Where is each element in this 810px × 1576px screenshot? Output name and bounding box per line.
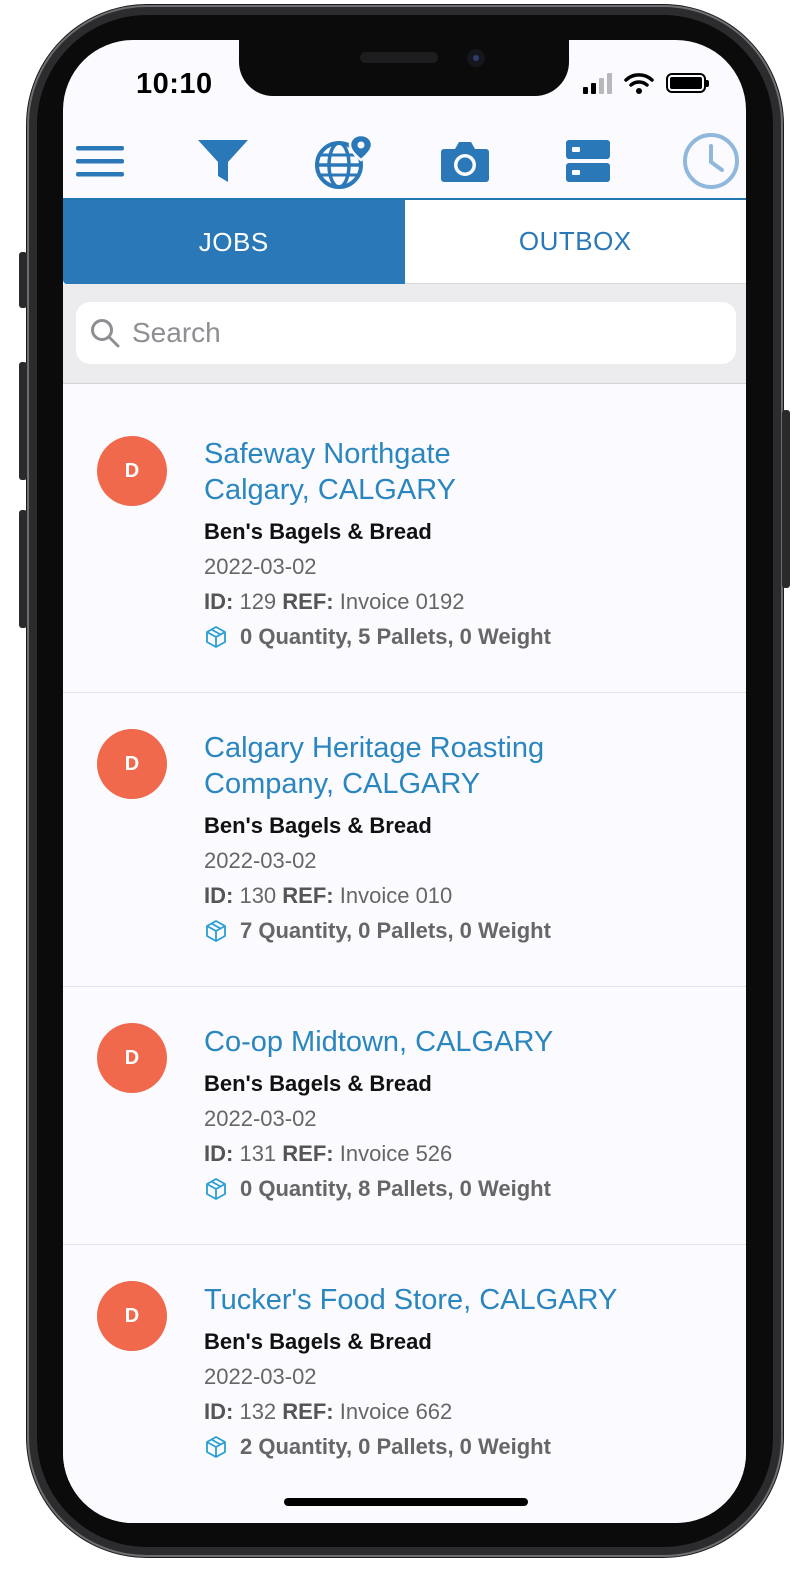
battery-icon	[666, 73, 709, 93]
job-list: D Safeway Northgate Calgary, CALGARY Ben…	[63, 384, 746, 1523]
job-quantities: 0 Quantity, 8 Pallets, 0 Weight	[204, 1171, 726, 1206]
package-icon	[206, 1177, 226, 1200]
avatar: D	[97, 436, 167, 506]
job-ids: ID: 131 REF: Invoice 526	[204, 1141, 453, 1166]
filter-icon	[198, 140, 248, 182]
search-input[interactable]	[130, 316, 694, 350]
wifi-icon	[624, 73, 654, 94]
package-icon	[206, 625, 226, 648]
toolbar	[63, 128, 746, 200]
job-title: Calgary Heritage Roasting Company, CALGA…	[204, 732, 545, 800]
segment-tabs: JOBS OUTBOX	[63, 200, 746, 284]
globe-location-icon	[315, 133, 373, 189]
job-ids: ID: 129 REF: Invoice 0192	[204, 589, 465, 614]
job-title: Safeway Northgate Calgary, CALGARY	[204, 438, 456, 506]
avatar: D	[97, 729, 167, 799]
package-icon	[206, 919, 226, 942]
job-quantities: 2 Quantity, 0 Pallets, 0 Weight	[204, 1429, 726, 1464]
job-item[interactable]: D Co-op Midtown, CALGARY Ben's Bagels & …	[63, 987, 746, 1245]
notch	[239, 40, 569, 96]
job-date: 2022-03-02	[204, 1106, 317, 1131]
home-indicator[interactable]	[284, 1498, 528, 1506]
job-title: Co-op Midtown, CALGARY	[204, 1026, 554, 1058]
cellular-signal-icon	[583, 72, 612, 94]
job-company: Ben's Bagels & Bread	[204, 1329, 432, 1354]
job-item[interactable]: D Safeway Northgate Calgary, CALGARY Ben…	[63, 384, 746, 693]
camera-button[interactable]	[439, 128, 491, 194]
job-company: Ben's Bagels & Bread	[204, 519, 432, 544]
search-icon	[91, 319, 120, 348]
job-item[interactable]: D Calgary Heritage Roasting Company, CAL…	[63, 693, 746, 987]
package-icon	[206, 1435, 226, 1458]
job-date: 2022-03-02	[204, 848, 317, 873]
status-icons	[583, 72, 709, 94]
job-ids: ID: 132 REF: Invoice 662	[204, 1399, 453, 1424]
job-quantities: 0 Quantity, 5 Pallets, 0 Weight	[204, 619, 726, 654]
tab-jobs[interactable]: JOBS	[63, 200, 405, 284]
front-camera	[467, 49, 485, 67]
job-ids: ID: 130 REF: Invoice 010	[204, 883, 453, 908]
search-bar-container	[63, 284, 746, 384]
tab-outbox[interactable]: OUTBOX	[404, 200, 746, 284]
job-date: 2022-03-02	[204, 1364, 317, 1389]
history-button[interactable]	[681, 128, 741, 194]
clock-icon	[683, 133, 739, 189]
menu-icon	[76, 146, 124, 177]
app-screen: 10:10 JOBS OUTBOX Search D Safeway North…	[63, 40, 746, 1523]
job-title: Tucker's Food Store, CALGARY	[204, 1284, 618, 1316]
camera-icon	[441, 142, 489, 182]
map-button[interactable]	[313, 128, 373, 194]
job-company: Ben's Bagels & Bread	[204, 1071, 432, 1096]
power-button	[782, 410, 790, 588]
filter-button[interactable]	[195, 128, 251, 194]
server-icon	[566, 140, 610, 182]
mute-switch	[19, 252, 27, 308]
server-button[interactable]	[565, 128, 611, 194]
volume-down-button	[19, 510, 27, 628]
avatar: D	[97, 1023, 167, 1093]
menu-button[interactable]	[75, 128, 125, 194]
search-bar	[76, 302, 736, 364]
job-date: 2022-03-02	[204, 554, 317, 579]
job-company: Ben's Bagels & Bread	[204, 813, 432, 838]
speaker	[360, 52, 438, 63]
job-item[interactable]: D Tucker's Food Store, CALGARY Ben's Bag…	[63, 1245, 746, 1523]
status-time: 10:10	[136, 68, 213, 100]
job-quantities: 7 Quantity, 0 Pallets, 0 Weight	[204, 913, 726, 948]
avatar: D	[97, 1281, 167, 1351]
volume-up-button	[19, 362, 27, 480]
